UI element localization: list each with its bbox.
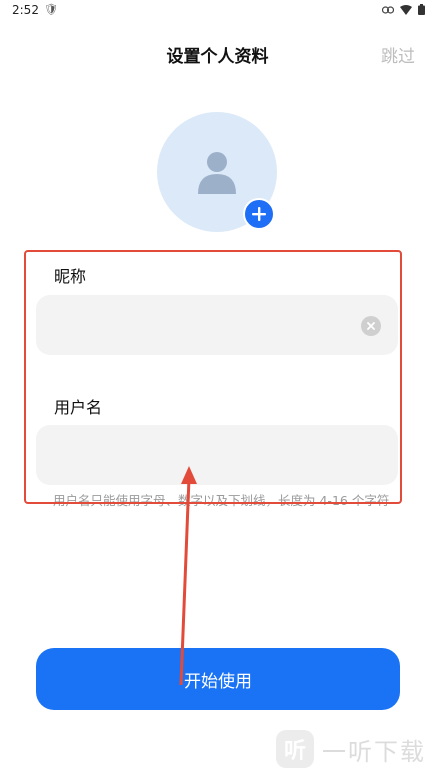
status-time: 2:52 — [12, 3, 39, 17]
skip-button[interactable]: 跳过 — [381, 42, 415, 67]
header: 设置个人资料 跳过 — [0, 30, 435, 76]
page-title: 设置个人资料 — [166, 47, 269, 67]
avatar-section — [157, 112, 277, 232]
annotation-box — [24, 250, 402, 504]
start-button[interactable]: 开始使用 — [36, 648, 400, 710]
plus-icon — [252, 207, 266, 221]
watermark: 听 一听下载 — [276, 730, 426, 768]
link-icon — [382, 5, 394, 14]
wifi-icon — [400, 4, 412, 15]
add-avatar-button[interactable] — [243, 198, 275, 230]
battery-icon — [418, 4, 425, 15]
status-icons — [382, 4, 425, 15]
user-icon — [198, 152, 236, 194]
watermark-logo: 听 — [276, 730, 314, 768]
status-bar: 2:52 🛡 — [0, 0, 435, 22]
watermark-text: 一听下载 — [322, 737, 426, 766]
shield-icon: 🛡 — [44, 3, 58, 16]
